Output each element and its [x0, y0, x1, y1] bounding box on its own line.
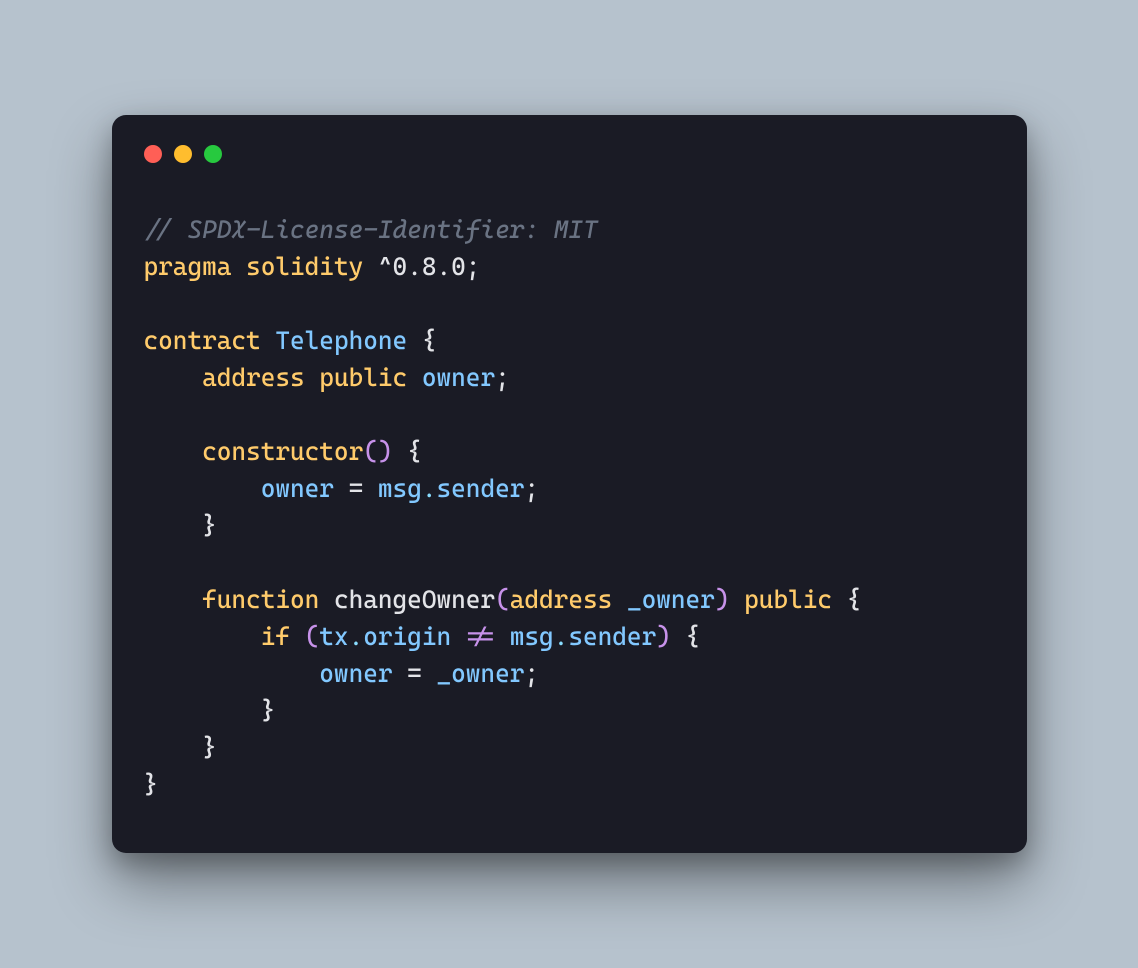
indent — [144, 733, 203, 762]
indent — [144, 437, 203, 466]
semicolon: ; — [524, 659, 539, 688]
indent — [144, 474, 261, 503]
var-owner: owner — [319, 659, 392, 688]
dot: . — [349, 622, 364, 651]
func-name: changeOwner — [334, 585, 495, 614]
brace-open: { — [671, 622, 700, 651]
keyword-public: public — [319, 363, 407, 392]
keyword-pragma: pragma — [144, 252, 232, 281]
contract-name: Telephone — [275, 326, 407, 355]
brace-open: { — [393, 437, 422, 466]
semicolon: ; — [524, 474, 539, 503]
semicolon: ; — [466, 252, 481, 281]
assign-op: = — [393, 659, 437, 688]
lparen: ( — [290, 622, 319, 651]
keyword-if: if — [261, 622, 290, 651]
keyword-solidity: solidity — [246, 252, 363, 281]
sender-ident: sender — [437, 474, 525, 503]
rparen: ) — [715, 585, 730, 614]
dot: . — [554, 622, 569, 651]
indent — [144, 659, 320, 688]
minimize-icon[interactable] — [174, 145, 192, 163]
var-owner: owner — [422, 363, 495, 392]
tx-ident: tx — [319, 622, 348, 651]
rparen: ) — [656, 622, 671, 651]
comment-line: // SPDX-License-Identifier: MIT — [144, 215, 598, 244]
indent — [144, 363, 203, 392]
dot: . — [422, 474, 437, 503]
param-owner: _owner — [627, 585, 715, 614]
code-block: // SPDX-License-Identifier: MIT pragma s… — [144, 211, 995, 803]
origin-ident: origin — [363, 622, 451, 651]
brace-close: } — [202, 511, 217, 540]
brace-open: { — [407, 326, 436, 355]
brace-open: { — [832, 585, 861, 614]
msg-ident: msg — [378, 474, 422, 503]
maximize-icon[interactable] — [204, 145, 222, 163]
indent — [144, 585, 203, 614]
indent — [144, 622, 261, 651]
semicolon: ; — [495, 363, 510, 392]
brace-close: } — [202, 733, 217, 762]
param-owner: _owner — [436, 659, 524, 688]
assign-op: = — [334, 474, 378, 503]
var-owner: owner — [261, 474, 334, 503]
indent — [144, 511, 203, 540]
brace-close: } — [144, 770, 159, 799]
lparen: ( — [495, 585, 510, 614]
brace-close: } — [261, 696, 276, 725]
keyword-address: address — [510, 585, 613, 614]
msg-ident: msg — [510, 622, 554, 651]
version-literal: ^0.8.0 — [378, 252, 466, 281]
close-icon[interactable] — [144, 145, 162, 163]
keyword-public: public — [744, 585, 832, 614]
sender-ident: sender — [568, 622, 656, 651]
neq-op: != — [451, 622, 510, 651]
keyword-function: function — [202, 585, 319, 614]
parens: () — [363, 437, 392, 466]
keyword-constructor: constructor — [202, 437, 363, 466]
keyword-address: address — [202, 363, 305, 392]
indent — [144, 696, 261, 725]
keyword-contract: contract — [144, 326, 261, 355]
code-window: // SPDX-License-Identifier: MIT pragma s… — [112, 115, 1027, 853]
traffic-lights — [144, 145, 995, 163]
